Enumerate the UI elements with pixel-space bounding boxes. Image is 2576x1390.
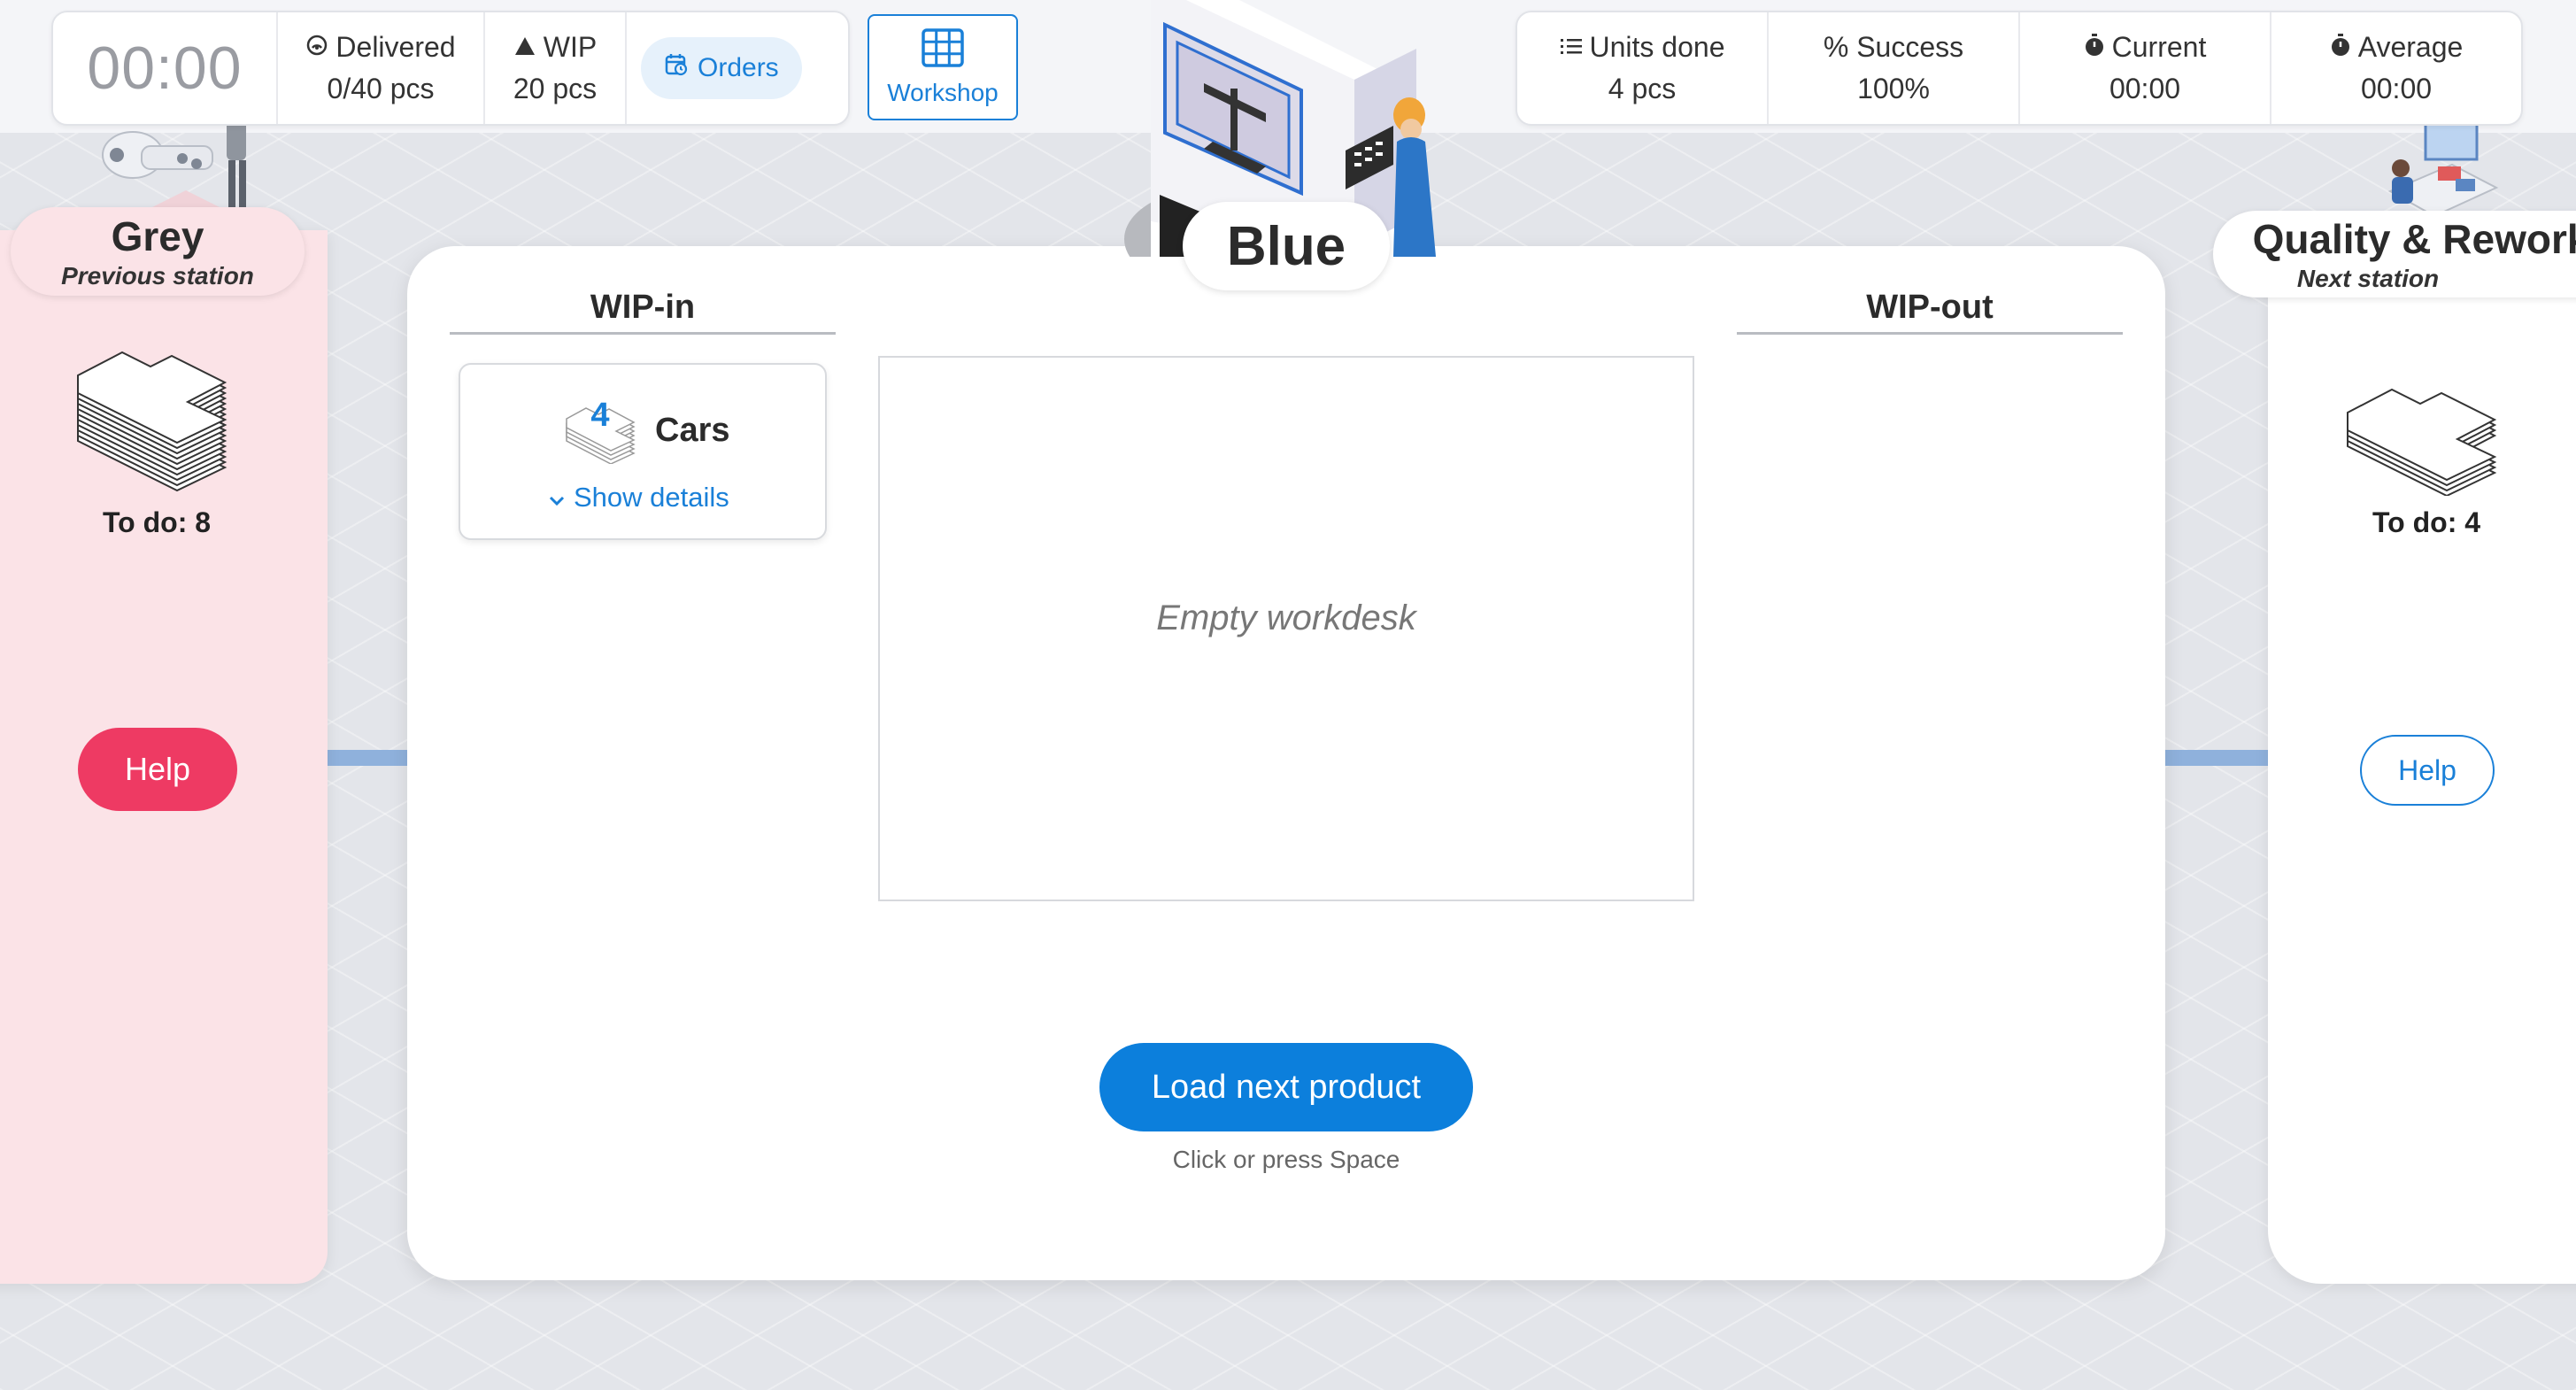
next-station-todo: To do: 4	[2372, 506, 2481, 538]
average-time-stat: Average 00:00	[2271, 12, 2521, 124]
triangle-icon	[513, 31, 536, 64]
load-hint: Click or press Space	[1172, 1146, 1400, 1173]
calendar-clock-icon	[664, 52, 689, 84]
wip-in-item-title: Cars	[655, 411, 730, 449]
stack-icon: 4	[563, 397, 637, 465]
success-label: % Success	[1823, 31, 1964, 63]
average-label: Average	[2357, 31, 2464, 63]
stack-icon	[77, 351, 228, 492]
conveyor-in	[328, 750, 409, 766]
session-timer: 00:00	[53, 12, 278, 124]
chevron-down-icon	[549, 482, 565, 514]
success-value: 100%	[1857, 73, 1930, 104]
stopwatch-icon	[2330, 31, 2351, 64]
conveyor-out	[2163, 750, 2271, 766]
current-label: Current	[2111, 31, 2207, 63]
stack-icon	[2347, 388, 2497, 496]
wip-in-heading: WIP-in	[450, 289, 836, 335]
stopwatch-icon	[2084, 31, 2105, 64]
wip-stat: WIP 20 pcs	[485, 12, 627, 124]
delivered-value: 0/40 pcs	[327, 73, 435, 104]
grid-icon	[922, 27, 964, 73]
wip-value: 20 pcs	[513, 73, 598, 104]
next-station-tab[interactable]: Quality & Rework Next station	[2213, 211, 2576, 297]
current-station-name: Blue	[1183, 202, 1390, 290]
previous-station-name: Grey	[111, 213, 204, 259]
load-next-product-button[interactable]: Load next product	[1099, 1043, 1473, 1131]
workdesk[interactable]: Empty workdesk	[878, 356, 1694, 901]
previous-station-subtitle: Previous station	[61, 262, 254, 290]
next-station-subtitle: Next station	[2296, 265, 2440, 292]
previous-station-todo: To do: 8	[103, 506, 212, 538]
average-value: 00:00	[2360, 73, 2433, 104]
wip-in-item-card[interactable]: 4 Cars Show details	[459, 363, 827, 540]
delivered-label: Delivered	[335, 31, 456, 63]
next-station-help-button[interactable]: Help	[2360, 735, 2495, 806]
delivered-stat: Delivered 0/40 pcs	[278, 12, 485, 124]
wip-out-heading: WIP-out	[1737, 289, 2123, 335]
current-value: 00:00	[2109, 73, 2181, 104]
workshop-label: Workshop	[887, 78, 999, 106]
next-station-name: Quality & Rework	[2252, 216, 2576, 262]
workdesk-empty-text: Empty workdesk	[1156, 598, 1416, 637]
list-icon	[1560, 31, 1583, 64]
orders-label: Orders	[698, 53, 779, 82]
wip-in-item-count: 4	[590, 397, 610, 434]
wip-label: WIP	[543, 31, 598, 63]
top-stats-left: 00:00 Delivered 0/40 pcs WIP 20 pcs Orde…	[51, 11, 850, 126]
previous-station-tab[interactable]: Grey Previous station	[11, 207, 305, 296]
units-done-label: Units done	[1589, 31, 1725, 63]
top-stats-right: Units done 4 pcs % Success 100% Current …	[1516, 11, 2523, 126]
show-details-label: Show details	[574, 482, 729, 513]
workshop-button[interactable]: Workshop	[868, 14, 1018, 120]
units-done-stat: Units done 4 pcs	[1517, 12, 1769, 124]
current-time-stat: Current 00:00	[2020, 12, 2271, 124]
orders-button[interactable]: Orders	[641, 37, 802, 99]
success-stat: % Success 100%	[1769, 12, 2020, 124]
units-done-value: 4 pcs	[1608, 73, 1677, 104]
gauge-icon	[305, 31, 328, 64]
previous-station-help-button[interactable]: Help	[78, 728, 237, 811]
show-details-link[interactable]: Show details	[549, 482, 729, 514]
